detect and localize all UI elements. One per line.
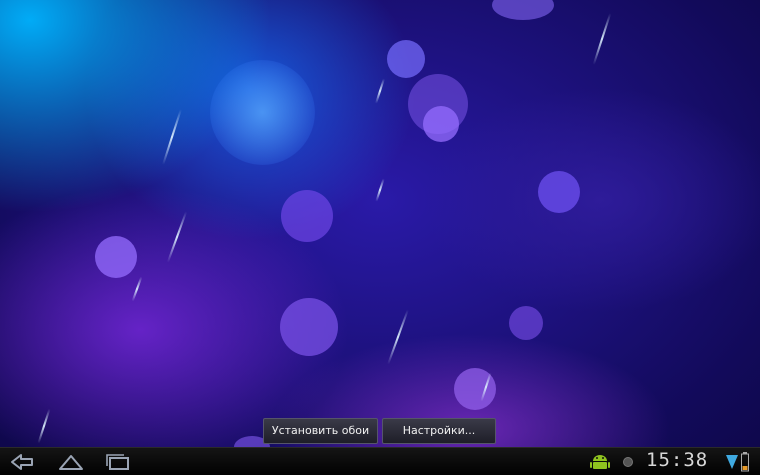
bokeh-light	[509, 306, 543, 340]
light-streak	[592, 13, 612, 65]
bokeh-light	[95, 236, 137, 278]
light-streak	[131, 276, 143, 302]
android-notification-icon[interactable]	[590, 452, 610, 472]
wifi-signal-icon	[726, 455, 738, 469]
light-streak	[37, 408, 51, 444]
bokeh-light	[280, 298, 338, 356]
clock[interactable]: 15:38	[646, 449, 708, 471]
recent-apps-icon[interactable]	[104, 450, 132, 474]
bokeh-light	[492, 0, 554, 20]
light-streak	[375, 78, 385, 104]
live-wallpaper-preview	[0, 0, 760, 447]
settings-button[interactable]: Настройки...	[382, 418, 496, 444]
battery-icon	[741, 452, 749, 472]
light-streak	[387, 309, 409, 365]
light-streak	[375, 178, 385, 202]
set-wallpaper-button[interactable]: Установить обои	[263, 418, 378, 444]
light-streak	[166, 211, 188, 263]
bokeh-light	[210, 60, 315, 165]
bokeh-light	[423, 106, 459, 142]
home-icon[interactable]	[57, 450, 85, 474]
circle-status-icon	[623, 457, 633, 467]
back-icon[interactable]	[8, 450, 36, 474]
bokeh-light	[387, 40, 425, 78]
screen: Установить обои Настройки... 15:38	[0, 0, 760, 475]
light-streak	[162, 109, 182, 165]
bokeh-light	[281, 190, 333, 242]
system-bar: 15:38	[0, 447, 760, 475]
bokeh-light	[538, 171, 580, 213]
wallpaper-preview-menu: Установить обои Настройки...	[263, 418, 496, 444]
